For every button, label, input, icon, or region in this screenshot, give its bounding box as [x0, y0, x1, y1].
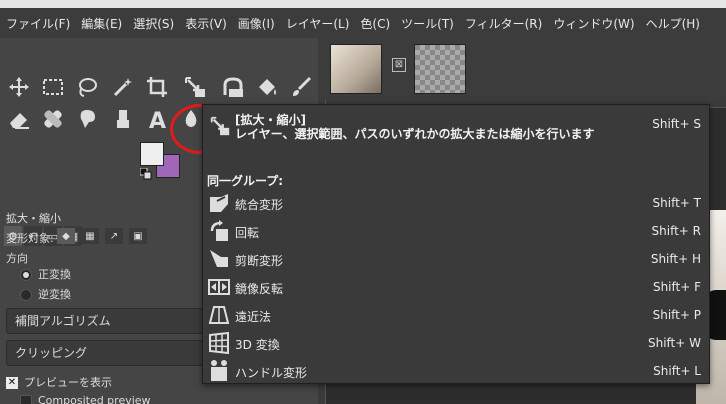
paintbrush-icon[interactable] — [286, 72, 316, 102]
fuzzy-select-icon[interactable] — [108, 72, 138, 102]
close-icon[interactable]: ⊠ — [392, 58, 406, 72]
scale-icon[interactable] — [180, 72, 210, 102]
group-item-shortcut: Shift+ H — [650, 252, 701, 266]
radio-on-icon — [20, 269, 32, 281]
text-icon[interactable]: A — [142, 104, 172, 134]
smudge-icon[interactable] — [72, 104, 102, 134]
warp-icon[interactable] — [218, 72, 248, 102]
eraser-icon[interactable] — [4, 104, 34, 134]
group-item-label: 3D 変換 — [235, 338, 280, 352]
group-item-shortcut: Shift+ R — [651, 224, 701, 238]
selection-target-icon[interactable]: ▦ — [81, 228, 99, 244]
transform-target-label: 変形対象: — [6, 232, 54, 245]
menu-help[interactable]: ヘルプ(H) — [646, 15, 700, 32]
tooltip-group-heading: 同一グループ: — [207, 174, 284, 188]
direction-reverse-radio[interactable]: 逆変換 — [20, 286, 71, 302]
heal-icon[interactable] — [38, 104, 68, 134]
show-preview-label: プレビューを表示 — [24, 376, 112, 389]
group-item-3d-transform[interactable]: 3D 変換 Shift+ W — [203, 329, 709, 357]
rect-select-icon[interactable] — [38, 72, 68, 102]
default-colors-icon[interactable] — [139, 167, 152, 180]
group-item-shortcut: Shift+ T — [652, 196, 701, 210]
svg-text:A: A — [149, 109, 166, 131]
tool-options-title: 拡大・縮小 — [6, 212, 61, 225]
checkbox-checked-icon: ✕ — [6, 377, 18, 389]
3d-transform-icon — [207, 331, 231, 355]
group-item-label: 統合変形 — [235, 198, 284, 212]
menu-windows[interactable]: ウィンドウ(W) — [553, 15, 634, 32]
image-target-icon[interactable]: ▣ — [129, 228, 147, 244]
rotate-icon — [207, 219, 231, 243]
tool-tooltip: [拡大・縮小] レイヤー、選択範囲、パスのいずれかの拡大または縮小を行います S… — [202, 104, 710, 384]
bucket-fill-icon[interactable] — [252, 72, 282, 102]
menu-image[interactable]: 画像(I) — [238, 15, 275, 32]
clipping-combo[interactable]: クリッピング — [6, 340, 206, 366]
show-preview-checkbox[interactable]: ✕ プレビューを表示 — [6, 374, 112, 390]
group-item-shortcut: Shift+ P — [652, 308, 701, 322]
group-item-shear[interactable]: 剪断変形 Shift+ H — [203, 245, 709, 273]
menu-bar: ファイル(F) 編集(E) 選択(S) 表示(V) 画像(I) レイヤー(L) … — [0, 8, 726, 38]
menu-view[interactable]: 表示(V) — [185, 15, 227, 32]
direction-forward-radio[interactable]: 正変換 — [20, 266, 71, 282]
transform-target-buttons: ◆ ▦ ↗ ▣ — [57, 228, 147, 244]
menu-layer[interactable]: レイヤー(L) — [286, 15, 350, 32]
radio-off-icon — [20, 289, 32, 301]
group-item-shortcut: Shift+ F — [652, 280, 701, 294]
group-item-label: 回転 — [235, 226, 260, 240]
interpolation-combo[interactable]: 補間アルゴリズム — [6, 308, 206, 334]
crop-icon[interactable] — [142, 72, 172, 102]
shear-icon — [207, 247, 231, 271]
group-item-label: 鏡像反転 — [235, 282, 284, 296]
path-target-icon[interactable]: ↗ — [105, 228, 123, 244]
unified-transform-icon — [207, 191, 231, 215]
direction-reverse-label: 逆変換 — [38, 288, 71, 301]
flip-icon — [207, 275, 231, 299]
image-tabs: ⊠ — [318, 38, 726, 100]
image-thumbnail-transparent[interactable] — [414, 44, 466, 94]
menu-select[interactable]: 選択(S) — [133, 15, 174, 32]
composited-preview-label: Composited preview — [38, 394, 151, 404]
checkbox-unchecked-icon — [20, 395, 32, 404]
handle-transform-icon — [207, 359, 231, 383]
group-item-rotate[interactable]: 回転 Shift+ R — [203, 217, 709, 245]
image-thumbnail-cat[interactable] — [330, 44, 382, 94]
group-item-shortcut: Shift+ W — [647, 336, 701, 350]
menu-file[interactable]: ファイル(F) — [6, 15, 70, 32]
title-bar — [0, 0, 726, 8]
tooltip-shortcut: Shift+ S — [652, 117, 701, 131]
direction-forward-label: 正変換 — [38, 268, 71, 281]
layer-target-icon[interactable]: ◆ — [57, 228, 75, 244]
perspective-icon — [207, 303, 231, 327]
direction-label: 方向 — [6, 252, 28, 265]
group-item-shortcut: Shift+ L — [653, 364, 701, 378]
group-item-flip[interactable]: 鏡像反転 Shift+ F — [203, 273, 709, 301]
scale-icon — [209, 115, 231, 137]
move-icon[interactable] — [4, 72, 34, 102]
group-item-perspective[interactable]: 遠近法 Shift+ P — [203, 301, 709, 329]
menu-tools[interactable]: ツール(T) — [401, 15, 454, 32]
menu-filters[interactable]: フィルター(R) — [465, 15, 542, 32]
menu-colors[interactable]: 色(C) — [360, 15, 390, 32]
group-item-unified-transform[interactable]: 統合変形 Shift+ T — [203, 189, 709, 217]
menu-edit[interactable]: 編集(E) — [81, 15, 122, 32]
lasso-icon[interactable] — [72, 72, 102, 102]
group-item-label: ハンドル変形 — [235, 366, 308, 380]
group-item-handle-transform[interactable]: ハンドル変形 Shift+ L — [203, 357, 709, 385]
group-item-label: 遠近法 — [235, 310, 272, 324]
group-item-label: 剪断変形 — [235, 254, 284, 268]
tooltip-description: レイヤー、選択範囲、パスのいずれかの拡大または縮小を行います — [235, 127, 595, 141]
composited-preview-checkbox[interactable]: Composited preview — [20, 394, 151, 404]
clone-icon[interactable] — [108, 104, 138, 134]
foreground-color-swatch[interactable] — [140, 142, 164, 166]
